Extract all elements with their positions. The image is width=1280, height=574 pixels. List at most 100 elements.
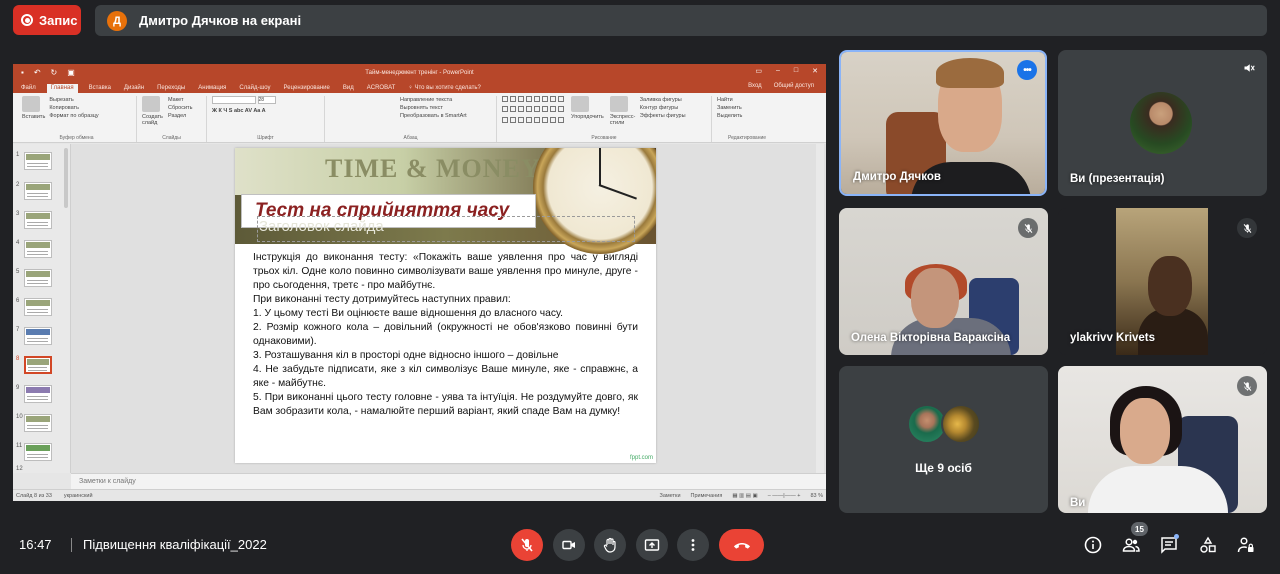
participant-tile[interactable]: ylakrivv Krivets: [1058, 208, 1267, 355]
ribbon-options-icon: ▭: [755, 68, 762, 75]
mic-off-icon: [1237, 376, 1257, 396]
ribbon-group-editing: Найти Заменить Выделить Редактирование: [712, 96, 782, 142]
raise-hand-button[interactable]: [594, 529, 626, 561]
leave-call-button[interactable]: [719, 529, 764, 561]
more-participants-label: Ще 9 осіб: [915, 461, 972, 475]
group-name-slides: Слайды: [162, 135, 181, 141]
slide-number: 3: [16, 211, 20, 217]
slide-paragraph: 1. У цьому тесті Ви оцінюєте ваше віднош…: [253, 308, 563, 319]
paste-icon: [22, 96, 40, 112]
phone-hangup-icon: [733, 542, 750, 549]
more-options-icon[interactable]: •••: [1017, 60, 1037, 80]
font-format-icons: Ж К Ч S abc AV Aa A: [212, 108, 266, 115]
slide-thumbnail: [24, 298, 52, 316]
participant-tile-overflow[interactable]: Ще 9 осіб: [839, 366, 1048, 513]
slide-number: 12: [16, 466, 23, 472]
ribbon-group-paragraph: Направление текста Выровнять текст Преоб…: [325, 96, 497, 142]
slide-paragraph: При виконанні тесту дотримуйтесь наступн…: [253, 294, 511, 305]
slide-thumbnail: [24, 211, 52, 229]
notes-pane: Заметки к слайду: [71, 473, 826, 489]
present-screen-button[interactable]: [636, 529, 668, 561]
avatar: [1130, 92, 1192, 154]
tab-view: Вид: [342, 85, 354, 91]
slide-number: 9: [16, 385, 20, 391]
maximize-icon: □: [793, 67, 799, 74]
find-label: Найти: [717, 97, 733, 103]
group-name-editing: Редактирование: [727, 135, 767, 141]
paste-label: Вставить: [22, 114, 46, 120]
quick-styles-icon: [609, 96, 628, 112]
ribbon-group-font: 28 Ж К Ч S abc AV Aa A Шрифт: [207, 96, 325, 142]
ppt-titlebar: ▪ ↶ ↻ ▣ Тайм-менеджмент тренінг - PowerP…: [13, 64, 826, 81]
camera-icon: [562, 540, 575, 550]
slide-thumbnail: [24, 182, 52, 200]
info-icon: [1084, 536, 1102, 554]
align-text-label: Выровнять текст: [400, 105, 443, 111]
people-button[interactable]: [1121, 535, 1141, 555]
presenter-avatar: Д: [107, 10, 127, 31]
arrange-label: Упорядочить: [571, 114, 604, 120]
presenter-banner: Д Дмитро Дячков на екрані: [95, 5, 1267, 36]
slide-number-active: 8: [16, 356, 20, 362]
participant-tile-self-presentation[interactable]: Ви (презентація): [1058, 50, 1267, 196]
slide-body-text: Інструкція до виконання тесту: «Покажіть…: [253, 251, 638, 419]
record-button[interactable]: Запис: [13, 5, 81, 35]
thumbnails-scrollbar: [64, 148, 68, 208]
layout-label: Макет: [168, 97, 184, 103]
participant-tile[interactable]: Олена Вікторівна Вараксіна: [839, 208, 1048, 355]
slide-paragraph: Інструкція до виконання тесту: «Покажіть…: [253, 252, 638, 291]
shape-fill-label: Заливка фигуры: [639, 97, 682, 103]
microphone-toggle-button[interactable]: [511, 529, 543, 561]
font-size-field: 28: [257, 96, 276, 104]
tell-me-box: ♀ Что вы хотите сделать?: [408, 85, 481, 91]
slide-thumbnails-pane: 1 2 3 4 5 6 7 8 9 10 11 12: [13, 144, 71, 473]
quick-styles-label: Экспресс-стили: [609, 114, 636, 126]
language: украинский: [63, 492, 93, 499]
notes-toggle: Заметки: [659, 492, 681, 499]
slide-thumbnail: [24, 152, 52, 170]
shapes-gallery: [502, 96, 565, 126]
zoom-level: 83 %: [810, 492, 823, 499]
avatar: [941, 404, 981, 444]
banner-text: TIME & MONEY: [325, 154, 541, 183]
people-count-badge: 15: [1131, 522, 1148, 536]
share-link: Общий доступ: [773, 83, 814, 89]
group-name-clipboard: Буфер обмена: [59, 135, 94, 141]
volume-off-icon: [1243, 62, 1255, 77]
participant-name: Олена Вікторівна Вараксіна: [851, 332, 1011, 344]
tab-review: Рецензирование: [283, 85, 330, 91]
slide-thumbnail: [24, 240, 52, 258]
presenter-text: Дмитро Дячков на екрані: [139, 13, 302, 28]
font-name-field: [212, 96, 256, 104]
current-slide: TIME & MONEY Тест на сприйняття часу Заг…: [235, 148, 656, 463]
section-label: Раздел: [168, 113, 187, 119]
slide-number: 10: [16, 414, 23, 420]
hand-icon: [603, 537, 616, 553]
zoom-slider: – ——|—— +: [767, 492, 801, 499]
participant-tile-self[interactable]: Ви: [1058, 366, 1267, 513]
arrange-icon: [571, 96, 589, 112]
shape-outline-label: Контур фигуры: [639, 105, 679, 111]
slide-number: 6: [16, 298, 20, 304]
mic-off-icon: [521, 538, 533, 552]
group-name-font: Шрифт: [257, 135, 274, 141]
slide-number: 4: [16, 240, 20, 246]
tab-design: Дизайн: [123, 85, 145, 91]
slide-thumbnail: [24, 327, 52, 345]
tab-transitions: Переходы: [157, 85, 186, 91]
participant-tile-presenter[interactable]: ••• Дмитро Дячков: [839, 50, 1047, 196]
host-controls-button[interactable]: [1236, 535, 1256, 555]
slide-thumbnail: [24, 385, 52, 403]
mic-off-icon: [1018, 218, 1038, 238]
participant-name: Ви (презентація): [1070, 173, 1165, 185]
slide-paragraph: 2. Розмір кожного кола – довільний (окру…: [253, 322, 638, 347]
participant-name: ylakrivv Krivets: [1070, 332, 1156, 344]
more-options-button[interactable]: [677, 529, 709, 561]
slide-thumbnail: [24, 269, 52, 287]
camera-toggle-button[interactable]: [553, 529, 585, 561]
chat-notification-dot: [1174, 534, 1179, 539]
tab-acrobat: ACROBAT: [366, 85, 396, 91]
activities-button[interactable]: [1198, 535, 1218, 555]
new-slide-label: Создать слайд: [142, 114, 163, 126]
meeting-details-button[interactable]: [1083, 535, 1103, 555]
